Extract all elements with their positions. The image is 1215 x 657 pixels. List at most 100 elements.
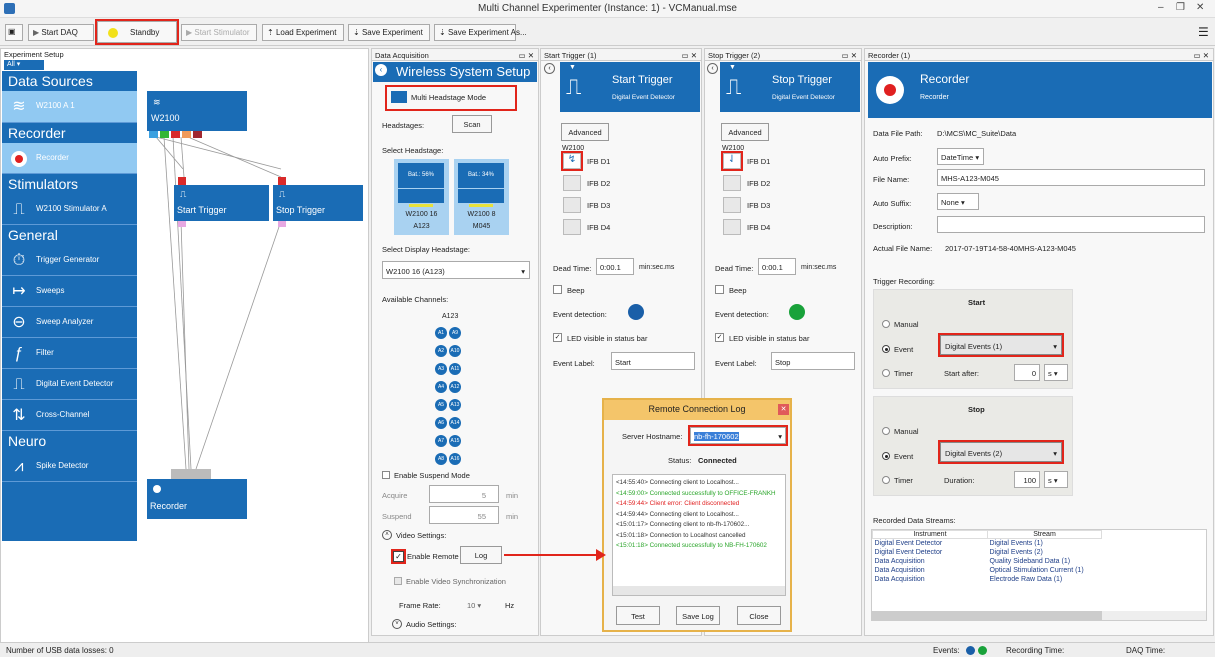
minimize-icon[interactable]: –: [1158, 2, 1164, 13]
canvas-node-w2100[interactable]: ≋ W2100: [147, 91, 247, 131]
ifb-checkbox[interactable]: [723, 219, 741, 235]
frame-rate-select[interactable]: 10 ▾: [467, 601, 481, 610]
horizontal-scrollbar[interactable]: [872, 611, 1206, 620]
channel-a3[interactable]: A3: [435, 363, 447, 375]
beep-checkbox[interactable]: [553, 285, 562, 294]
led-visible-checkbox[interactable]: ✓: [553, 333, 562, 342]
event-label-input[interactable]: Start: [611, 352, 695, 370]
canvas-node-recorder[interactable]: Recorder: [147, 479, 247, 519]
table-row[interactable]: Digital Event Detector Digital Events (1): [873, 539, 1102, 549]
ifb-checkbox[interactable]: [723, 197, 741, 213]
duration-input[interactable]: 100: [1014, 471, 1040, 488]
save-log-button[interactable]: Save Log: [676, 606, 720, 625]
ifb-checkbox[interactable]: [723, 175, 741, 191]
headstage-tile-1[interactable]: Bat.: 56% W2100 16 A123: [394, 159, 449, 235]
pin-close-icon[interactable]: ▭ ✕: [1194, 51, 1209, 60]
pin-close-icon[interactable]: ▭ ✕: [682, 51, 697, 60]
manual-radio[interactable]: [882, 427, 890, 435]
channel-a5[interactable]: A5: [435, 399, 447, 411]
server-hostname-select[interactable]: nb-fh-170602 ▾: [688, 425, 788, 446]
file-name-input[interactable]: MHS-A123-M045: [937, 169, 1205, 186]
canvas-node-start-trigger[interactable]: ⎍ Start Trigger: [174, 185, 269, 221]
scan-button[interactable]: Scan: [452, 115, 492, 133]
event-radio[interactable]: [882, 345, 890, 353]
ifb-checkbox[interactable]: [563, 197, 581, 213]
auto-prefix-select[interactable]: DateTime ▾: [937, 148, 984, 165]
auto-suffix-select[interactable]: None ▾: [937, 193, 979, 210]
column-header-stream[interactable]: Stream: [987, 530, 1102, 539]
collapse-icon[interactable]: ‹: [375, 64, 387, 76]
table-row[interactable]: Data Acquisition Optical Stimulation Curr…: [873, 566, 1102, 575]
timer-radio[interactable]: [882, 476, 890, 484]
save-experiment-as-button[interactable]: ⇣ Save Experiment As...: [434, 24, 527, 41]
close-button[interactable]: Close: [737, 606, 781, 625]
start-event-select[interactable]: Digital Events (1) ▾: [938, 333, 1064, 357]
standby-button[interactable]: Standby: [95, 19, 179, 45]
dead-time-input[interactable]: 0:00.1: [758, 258, 796, 275]
channel-a14[interactable]: A14: [449, 417, 461, 429]
channel-a12[interactable]: A12: [449, 381, 461, 393]
expand-video-icon[interactable]: ˄: [382, 530, 392, 540]
channel-a15[interactable]: A15: [449, 435, 461, 447]
table-row[interactable]: Digital Event Detector Digital Events (2): [873, 548, 1102, 557]
canvas-node-stop-trigger[interactable]: ⎍ Stop Trigger: [273, 185, 363, 221]
test-button[interactable]: Test: [616, 606, 660, 625]
channel-a16[interactable]: A16: [449, 453, 461, 465]
event-label-input[interactable]: Stop: [771, 352, 855, 370]
channel-a11[interactable]: A11: [449, 363, 461, 375]
ifb-checkbox[interactable]: ⇃: [721, 151, 743, 171]
collapse-icon[interactable]: ‹: [544, 63, 555, 74]
pin-close-icon[interactable]: ▭ ✕: [842, 51, 857, 60]
event-radio[interactable]: [882, 452, 890, 460]
menu-icon[interactable]: ☰: [1198, 25, 1209, 39]
start-daq-button[interactable]: ▶ Start DAQ: [28, 24, 94, 41]
ifb-checkbox[interactable]: [563, 175, 581, 191]
channel-a4[interactable]: A4: [435, 381, 447, 393]
advanced-button[interactable]: Advanced: [561, 123, 609, 141]
channel-a9[interactable]: A9: [449, 327, 461, 339]
channel-a10[interactable]: A10: [449, 345, 461, 357]
dead-time-input[interactable]: 0:00.1: [596, 258, 634, 275]
table-row[interactable]: Data Acquisition Electrode Raw Data (1): [873, 575, 1102, 584]
enable-remote-checkbox[interactable]: ✓: [391, 549, 406, 564]
layout-button[interactable]: ▣: [5, 24, 23, 41]
channel-a1[interactable]: A1: [435, 327, 447, 339]
stop-event-select[interactable]: Digital Events (2) ▾: [938, 440, 1064, 464]
start-after-input[interactable]: 0: [1014, 364, 1040, 381]
close-icon[interactable]: ✕: [1196, 2, 1204, 13]
dialog-close-icon[interactable]: ✕: [778, 404, 789, 415]
enable-suspend-checkbox[interactable]: [382, 471, 390, 479]
pin-close-icon[interactable]: ▭ ✕: [519, 51, 534, 60]
ifb-checkbox[interactable]: [563, 219, 581, 235]
expand-audio-icon[interactable]: ˅: [392, 619, 402, 629]
table-row[interactable]: Data Acquisition Quality Sideband Data (1…: [873, 557, 1102, 566]
led-visible-checkbox[interactable]: ✓: [715, 333, 724, 342]
beep-checkbox[interactable]: [715, 285, 724, 294]
manual-radio[interactable]: [882, 320, 890, 328]
duration-unit-select[interactable]: s ▾: [1044, 471, 1068, 488]
log-scrollbar[interactable]: [613, 586, 785, 595]
start-stimulator-button[interactable]: ▶ Start Stimulator: [181, 24, 257, 41]
channel-a7[interactable]: A7: [435, 435, 447, 447]
channel-a2[interactable]: A2: [435, 345, 447, 357]
column-header-instrument[interactable]: Instrument: [872, 530, 988, 539]
channel-a8[interactable]: A8: [435, 453, 447, 465]
load-experiment-button[interactable]: ⇡ Load Experiment: [262, 24, 344, 41]
collapse-icon[interactable]: ‹: [707, 63, 718, 74]
log-button[interactable]: Log: [460, 546, 502, 564]
save-experiment-button[interactable]: ⇣ Save Experiment: [348, 24, 430, 41]
channel-a6[interactable]: A6: [435, 417, 447, 429]
display-headstage-select[interactable]: W2100 16 (A123) ▾: [382, 261, 530, 279]
start-after-unit-select[interactable]: s ▾: [1044, 364, 1068, 381]
multi-headstage-mode[interactable]: Multi Headstage Mode: [385, 85, 517, 111]
channel-a13[interactable]: A13: [449, 399, 461, 411]
enable-video-sync-checkbox[interactable]: [394, 577, 402, 585]
maximize-icon[interactable]: ❐: [1176, 2, 1185, 13]
suspend-input[interactable]: 55: [429, 506, 499, 524]
advanced-button[interactable]: Advanced: [721, 123, 769, 141]
description-input[interactable]: [937, 216, 1205, 233]
acquire-input[interactable]: 5: [429, 485, 499, 503]
timer-radio[interactable]: [882, 369, 890, 377]
headstage-tile-2[interactable]: Bat.: 34% W2100 8 M045: [454, 159, 509, 235]
ifb-checkbox[interactable]: ↯: [561, 151, 583, 171]
